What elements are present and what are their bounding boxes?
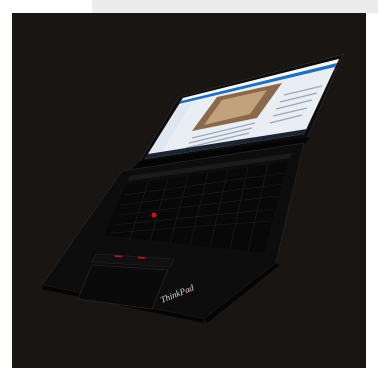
top-grey-bar [92, 0, 378, 13]
trackpoint-button-red-left [114, 255, 123, 258]
photo-frame: ThinkPad [12, 13, 366, 368]
touchpad [77, 264, 169, 310]
trackpoint [151, 212, 157, 218]
trackpoint-button-red-right [137, 256, 146, 259]
laptop-illustration: ThinkPad [41, 53, 346, 323]
thinkpad-logo-dot [189, 290, 191, 292]
